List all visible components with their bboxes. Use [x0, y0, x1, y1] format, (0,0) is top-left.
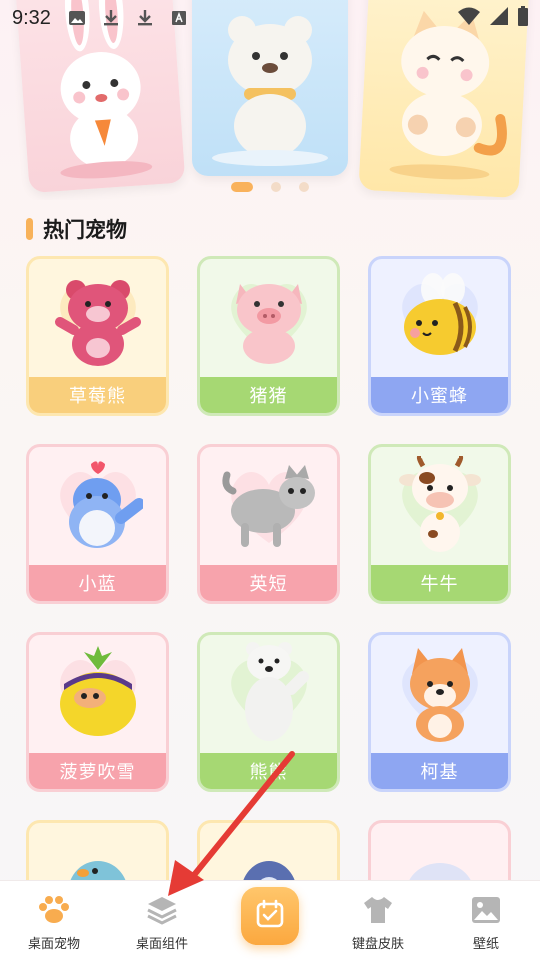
strawberry-bear-figure [54, 280, 141, 366]
nav-label: 壁纸 [472, 937, 499, 952]
parrot-figure [70, 861, 125, 880]
section-title: 热门宠物 [43, 218, 127, 242]
battery-icon [518, 6, 528, 30]
section-accent-bar [26, 218, 33, 240]
tshirt-icon [361, 895, 395, 925]
status-time: 9:32 [12, 6, 51, 29]
status-bar: 9:32 [0, 0, 540, 36]
pet-card-pineapple[interactable]: 菠萝吹雪 [26, 632, 169, 792]
wifi-icon [458, 7, 480, 29]
cow-figure [398, 456, 481, 552]
banner-dot[interactable] [299, 182, 309, 192]
pet-card-penguin[interactable] [197, 820, 340, 880]
pet-card-sheep[interactable] [368, 820, 511, 880]
pet-card-strawberry-bear[interactable]: 草莓熊 [26, 256, 169, 416]
pineapple-figure [59, 646, 136, 736]
pig-figure [235, 284, 302, 364]
center-action-button[interactable] [241, 887, 299, 945]
pet-name: 小蓝 [29, 565, 166, 601]
nav-label: 键盘皮肤 [351, 937, 404, 952]
pet-card-bee[interactable]: 小蜜蜂 [368, 256, 511, 416]
pet-card-corgi[interactable]: 柯基 [368, 632, 511, 792]
text-icon [171, 9, 187, 27]
nav-label: 桌面宠物 [27, 937, 80, 952]
sheep-figure [408, 863, 471, 880]
pet-name: 菠萝吹雪 [29, 753, 166, 789]
pet-name: 英短 [200, 565, 337, 601]
picture-icon [469, 895, 503, 925]
pet-name: 草莓熊 [29, 377, 166, 413]
bottom-navigation: 桌面宠物 桌面组件 键盘皮肤 壁纸 [0, 880, 540, 960]
pet-card-pig[interactable]: 猪猪 [197, 256, 340, 416]
bee-figure [403, 273, 476, 355]
pet-card-cow[interactable]: 牛牛 [368, 444, 511, 604]
pet-name: 柯基 [371, 753, 508, 789]
paw-icon [37, 895, 71, 925]
banner-pagination [0, 182, 540, 192]
corgi-figure [409, 648, 470, 742]
pet-card-polar-bear[interactable]: 熊熊 [197, 632, 340, 792]
pet-name: 熊熊 [200, 753, 337, 789]
pet-card-xiaolan[interactable]: 小蓝 [26, 444, 169, 604]
pet-name: 猪猪 [200, 377, 337, 413]
blue-bird-figure [68, 461, 143, 548]
british-shorthair-figure [221, 465, 315, 547]
image-icon [68, 9, 85, 27]
nav-item-keyboard-skins[interactable]: 键盘皮肤 [324, 881, 432, 952]
penguin-figure [242, 861, 295, 880]
pet-name: 小蜜蜂 [371, 377, 508, 413]
pet-name: 牛牛 [371, 565, 508, 601]
section-header-popular-pets: 热门宠物 [26, 214, 127, 244]
nav-item-desktop-widgets[interactable]: 桌面组件 [108, 881, 216, 952]
download-icon [103, 9, 119, 27]
pet-grid: 草莓熊 猪猪 小蜜蜂 小蓝 英短 牛牛 菠萝吹雪 熊熊 柯基 [26, 256, 516, 880]
nav-item-center[interactable] [216, 881, 324, 945]
nav-item-desktop-pets[interactable]: 桌面宠物 [0, 881, 108, 952]
banner-dot[interactable] [271, 182, 281, 192]
nav-item-wallpapers[interactable]: 壁纸 [432, 881, 540, 952]
signal-icon [490, 7, 508, 29]
banner-dot[interactable] [231, 182, 253, 192]
nav-label: 桌面组件 [135, 937, 188, 952]
calendar-icon [255, 899, 285, 933]
polar-bear-figure [244, 642, 309, 741]
pet-card-parrot[interactable] [26, 820, 169, 880]
download-icon [137, 9, 153, 27]
pet-card-british-shorthair[interactable]: 英短 [197, 444, 340, 604]
layers-icon [145, 895, 179, 925]
